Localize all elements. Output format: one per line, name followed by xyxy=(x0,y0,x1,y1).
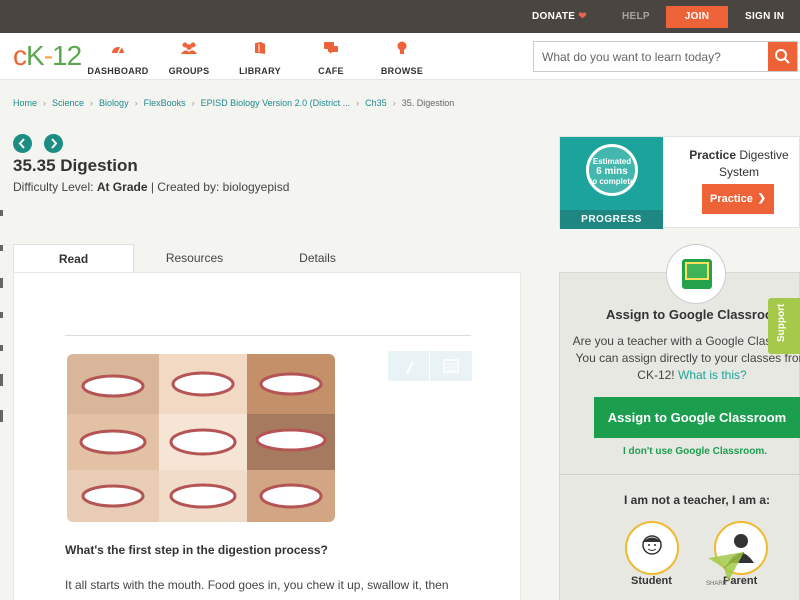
tab-details[interactable]: Details xyxy=(257,244,378,273)
help-link[interactable]: HELP xyxy=(622,0,650,33)
edge-mark xyxy=(0,345,3,351)
edge-mark xyxy=(0,278,3,288)
article-content: What's the first step in the digestion p… xyxy=(13,272,521,600)
student-icon xyxy=(642,535,662,555)
nav-dashboard[interactable]: DASHBOARD xyxy=(83,41,153,79)
search-icon xyxy=(775,49,790,64)
estimated-time: Estimated 6 mins to complete xyxy=(589,157,635,186)
breadcrumb-chapter[interactable]: Ch35 xyxy=(365,98,387,108)
tab-read[interactable]: Read xyxy=(13,244,134,273)
pencil-icon xyxy=(406,361,414,374)
search-button[interactable] xyxy=(768,42,797,71)
top-bar: DONATE ❤ HELP JOIN SIGN IN xyxy=(0,0,800,33)
dont-use-google-classroom-link[interactable]: I don't use Google Classroom. xyxy=(623,446,767,457)
chevron-right-icon xyxy=(51,138,58,149)
breadcrumb: Home › Science › Biology › FlexBooks › EPISD Bio… xyxy=(13,98,455,108)
previous-button[interactable] xyxy=(13,134,32,153)
student-label: Student xyxy=(631,575,672,587)
practice-button[interactable]: Practice ❯ xyxy=(702,184,774,214)
edge-mark xyxy=(0,410,3,422)
edit-toolbar xyxy=(388,351,472,381)
heart-icon: ❤ xyxy=(578,11,587,22)
sign-in-link[interactable]: SIGN IN xyxy=(745,0,784,33)
assign-title: Assign to Google Classroom xyxy=(606,307,785,322)
browse-icon xyxy=(397,41,407,54)
donate-link[interactable]: DONATE ❤ xyxy=(532,0,587,33)
edge-mark xyxy=(0,245,3,251)
ck12-logo[interactable]: cK-12 xyxy=(13,41,82,71)
breadcrumb-biology[interactable]: Biology xyxy=(99,98,129,108)
progress-label: PROGRESS xyxy=(560,210,663,229)
library-icon xyxy=(255,42,265,54)
chevron-left-icon xyxy=(18,138,25,149)
progress-box: Estimated 6 mins to complete PROGRESS xyxy=(560,137,663,229)
cafe-icon xyxy=(324,42,338,54)
breadcrumb-science[interactable]: Science xyxy=(52,98,84,108)
assign-description: Are you a teacher with a Google Classroo… xyxy=(572,334,800,382)
breadcrumb-home[interactable]: Home xyxy=(13,98,37,108)
share-label: SHARE xyxy=(706,581,727,587)
google-classroom-badge xyxy=(666,244,726,304)
divider xyxy=(65,335,471,336)
nav-cafe[interactable]: CAFE xyxy=(296,41,366,79)
notes-icon xyxy=(443,359,459,373)
article-question: What's the first step in the digestion p… xyxy=(65,543,328,557)
search-input[interactable] xyxy=(534,42,769,71)
assign-google-classroom-button[interactable]: Assign to Google Classroom xyxy=(594,397,800,438)
divider xyxy=(559,474,800,475)
tab-resources[interactable]: Resources xyxy=(134,244,255,273)
student-role-button[interactable] xyxy=(625,521,679,575)
smiles-collage-image xyxy=(67,354,335,522)
breadcrumb-flexbooks[interactable]: FlexBooks xyxy=(144,98,186,108)
annotate-button[interactable] xyxy=(388,351,430,381)
what-is-this-link[interactable]: What is this? xyxy=(678,368,747,382)
groups-icon xyxy=(181,42,197,54)
next-button[interactable] xyxy=(44,134,63,153)
dashboard-icon xyxy=(112,46,124,54)
practice-title: Practice Digestive System xyxy=(689,148,789,179)
article-body: It all starts with the mouth. Food goes … xyxy=(65,578,449,592)
header: cK-12 DASHBOARD GROUPS LIBRARY CAFE BROW… xyxy=(0,33,800,80)
difficulty-line: Difficulty Level: At Grade | Created by:… xyxy=(13,180,290,194)
breadcrumb-book[interactable]: EPISD Biology Version 2.0 (District ... xyxy=(201,98,351,108)
support-tab[interactable]: Support xyxy=(768,298,800,354)
join-button[interactable]: JOIN xyxy=(666,6,728,28)
search-box xyxy=(533,41,798,72)
notes-button[interactable] xyxy=(430,351,472,381)
role-title: I am not a teacher, I am a: xyxy=(624,493,771,507)
google-classroom-icon xyxy=(682,259,712,289)
smiles-collage xyxy=(67,354,335,522)
nav-groups[interactable]: GROUPS xyxy=(154,41,224,79)
nav-browse[interactable]: BROWSE xyxy=(367,41,437,79)
chevron-right-icon: ❯ xyxy=(757,193,766,204)
nav-library[interactable]: LIBRARY xyxy=(225,41,295,79)
edge-mark xyxy=(0,210,3,216)
content-tabs: Read Resources Details xyxy=(13,244,521,273)
practice-card: Estimated 6 mins to complete PROGRESS Pr… xyxy=(559,136,800,229)
breadcrumb-current: 35. Digestion xyxy=(401,98,455,108)
page-title: 35.35 Digestion xyxy=(13,156,138,175)
edge-mark xyxy=(0,374,3,386)
edge-mark xyxy=(0,312,3,318)
